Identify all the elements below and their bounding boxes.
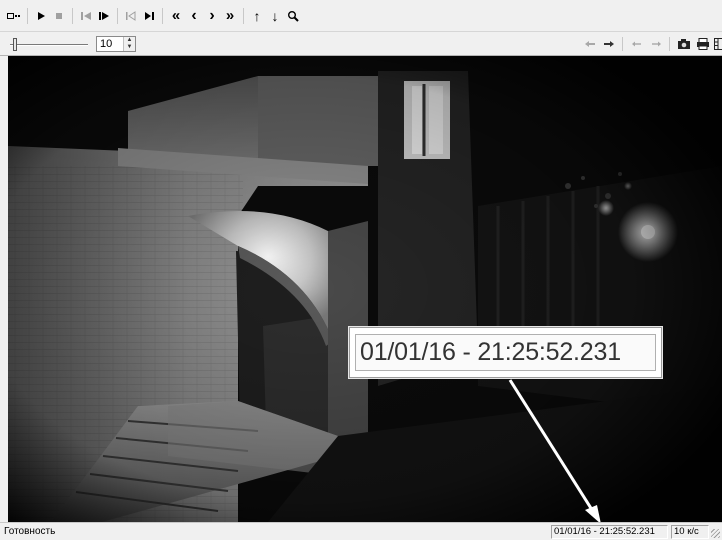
toolbar-separator [72, 7, 73, 24]
snapshot-icon[interactable] [676, 36, 692, 52]
night-scene-image [8, 56, 722, 522]
layout-icon[interactable] [714, 36, 722, 52]
stepper-arrows-icon[interactable]: ▲ ▼ [123, 37, 135, 51]
go-start-icon[interactable] [123, 7, 139, 25]
speed-value: 10 [100, 38, 113, 50]
toolbar-separator [27, 7, 28, 24]
status-bar: Готовность 01/01/16 - 21:25:52.231 10 к/… [0, 522, 722, 540]
status-text: Готовность [4, 526, 56, 537]
video-frame[interactable] [8, 56, 722, 522]
next-icon[interactable]: › [204, 7, 220, 25]
timestamp-callout: 01/01/16 - 21:25:52.231 [349, 327, 662, 378]
speed-slider[interactable] [10, 36, 88, 52]
toolbar-separator [117, 7, 118, 24]
playback-toolbar: « ‹ › » ↑ ↓ [0, 0, 722, 32]
fast-rewind-icon[interactable]: « [168, 7, 184, 25]
arrow-left-icon[interactable] [629, 36, 645, 52]
go-end-icon[interactable] [141, 7, 157, 25]
move-right-icon[interactable] [601, 36, 617, 52]
prev-icon[interactable]: ‹ [186, 7, 202, 25]
resize-grip-icon[interactable] [711, 529, 720, 538]
step-back-icon[interactable] [78, 7, 94, 25]
toolbar-separator [243, 7, 244, 24]
search-icon[interactable] [285, 7, 301, 25]
arrow-right-icon[interactable] [648, 36, 664, 52]
toolbar-separator [669, 37, 670, 51]
slider-thumb[interactable] [13, 38, 17, 51]
status-fps: 10 к/с [671, 525, 709, 539]
print-icon[interactable] [695, 36, 711, 52]
move-left-icon[interactable] [582, 36, 598, 52]
speed-stepper[interactable]: 10 ▲ ▼ [96, 36, 136, 52]
step-forward-icon[interactable] [96, 7, 112, 25]
frame-view-icon[interactable] [6, 7, 22, 25]
slider-track [10, 44, 88, 46]
speed-toolbar: 10 ▲ ▼ [0, 32, 722, 56]
stop-icon[interactable] [51, 7, 67, 25]
toolbar-separator [162, 7, 163, 24]
play-icon[interactable] [33, 7, 49, 25]
status-timestamp: 01/01/16 - 21:25:52.231 [551, 525, 668, 539]
timestamp-overlay: 01/01/16 - 21:25:52.231 [355, 334, 656, 371]
down-arrow-icon[interactable]: ↓ [267, 7, 283, 25]
toolbar-separator [622, 37, 623, 51]
up-arrow-icon[interactable]: ↑ [249, 7, 265, 25]
fast-forward-icon[interactable]: » [222, 7, 238, 25]
view-tools [579, 35, 722, 53]
